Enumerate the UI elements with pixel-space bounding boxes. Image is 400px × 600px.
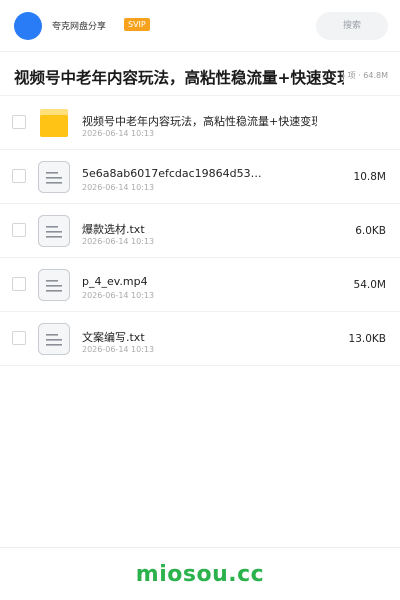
file-size: 10.8M — [353, 171, 386, 183]
folder-icon — [37, 106, 71, 140]
footer-brand[interactable]: miosou.cc — [0, 562, 400, 587]
file-date: 2026-06-14 10:13 — [82, 345, 155, 354]
file-name: 视频号中老年内容玩法，高粘性稳流量+快速变现 — [82, 115, 317, 128]
app-title: 夸克网盘分享 — [52, 22, 107, 32]
list-item[interactable]: p_4_ev.mp4 2026-06-14 10:13 54.0M — [0, 258, 400, 312]
file-date: 2026-06-14 10:13 — [82, 237, 155, 246]
file-date: 2026-06-14 10:13 — [82, 183, 155, 192]
file-name: 爆款选材.txt — [82, 223, 145, 236]
file-date: 2026-06-14 10:13 — [82, 129, 155, 138]
document-icon — [37, 268, 71, 302]
document-icon — [37, 322, 71, 356]
list-item[interactable]: 5e6a8ab6017efcdac19864d53… 2026-06-14 10… — [0, 150, 400, 204]
share-page: 夸克网盘分享 SVIP 搜索 视频号中老年内容玩法，高粘性稳流量+快速变现 5 … — [0, 0, 400, 600]
svip-badge: SVIP — [124, 18, 150, 31]
row-checkbox[interactable] — [12, 169, 26, 183]
list-item[interactable]: 爆款选材.txt 2026-06-14 10:13 6.0KB — [0, 204, 400, 258]
file-size: 6.0KB — [355, 225, 386, 237]
footer-divider — [0, 547, 400, 548]
file-name: 文案编写.txt — [82, 331, 145, 344]
share-title: 视频号中老年内容玩法，高粘性稳流量+快速变现 — [14, 69, 344, 87]
file-size: 13.0KB — [348, 333, 386, 345]
search-input[interactable]: 搜索 — [316, 12, 388, 40]
list-item[interactable]: 文案编写.txt 2026-06-14 10:13 13.0KB — [0, 312, 400, 366]
file-name: p_4_ev.mp4 — [82, 275, 148, 288]
share-meta: 5 项 · 64.8M — [340, 71, 388, 80]
document-icon — [37, 214, 71, 248]
file-name: 5e6a8ab6017efcdac19864d53… — [82, 167, 262, 180]
file-list: 视频号中老年内容玩法，高粘性稳流量+快速变现 2026-06-14 10:13 … — [0, 96, 400, 366]
row-checkbox[interactable] — [12, 331, 26, 345]
row-checkbox[interactable] — [12, 115, 26, 129]
row-checkbox[interactable] — [12, 223, 26, 237]
list-item[interactable]: 视频号中老年内容玩法，高粘性稳流量+快速变现 2026-06-14 10:13 — [0, 96, 400, 150]
header-bar: 夸克网盘分享 SVIP 搜索 — [0, 0, 400, 52]
document-icon — [37, 160, 71, 194]
file-date: 2026-06-14 10:13 — [82, 291, 155, 300]
row-checkbox[interactable] — [12, 277, 26, 291]
file-size: 54.0M — [353, 279, 386, 291]
avatar[interactable] — [14, 12, 42, 40]
